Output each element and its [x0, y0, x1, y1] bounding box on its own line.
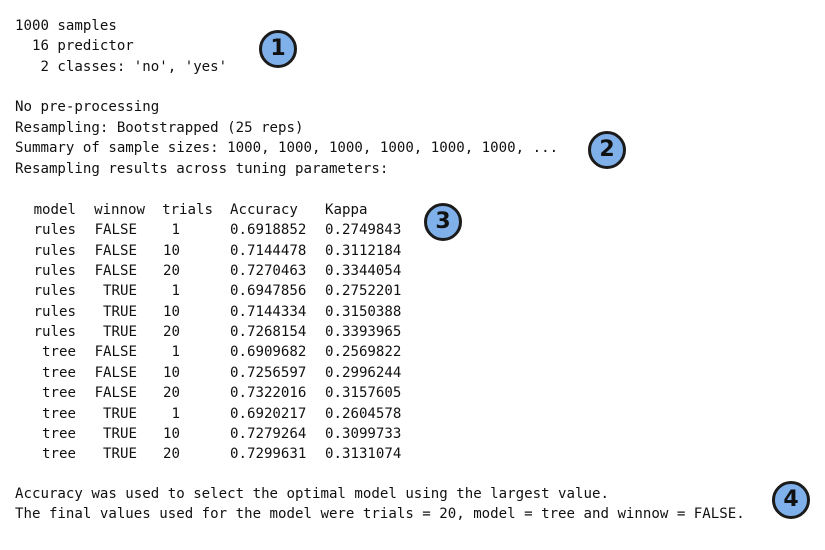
- table-cell-kappa: 0.2604578: [325, 405, 402, 422]
- table-cell-winnow: FALSE: [94, 344, 137, 361]
- table-cell-model: rules: [33, 263, 76, 280]
- table-cell-kappa: 0.3157605: [325, 385, 402, 402]
- table-cell-winnow: TRUE: [103, 425, 137, 442]
- table-cell-trials: 10: [163, 242, 180, 259]
- table-cell-accuracy: 0.6918852: [230, 222, 307, 239]
- predictor-line: 16 predictor: [15, 38, 134, 54]
- table-cell-trials: 1: [171, 405, 181, 422]
- table-cell-winnow: FALSE: [94, 385, 137, 402]
- classes-line: 2 classes: 'no', 'yes': [15, 59, 228, 75]
- table-cell-winnow: FALSE: [94, 263, 137, 280]
- table-cell-trials: 1: [171, 222, 181, 239]
- table-cell-accuracy: 0.6920217: [230, 405, 307, 422]
- selection-metric-line: Accuracy was used to select the optimal …: [15, 486, 609, 502]
- table-cell-model: tree: [42, 405, 76, 422]
- table-cell-trials: 10: [163, 303, 180, 320]
- table-cell-model: rules: [33, 324, 76, 341]
- samples-line: 1000 samples: [15, 18, 117, 34]
- table-cell-kappa: 0.3344054: [325, 263, 402, 280]
- table-cell-model: tree: [42, 385, 76, 402]
- callout-badge-2: 2: [588, 131, 626, 169]
- table-cell-model: rules: [33, 303, 76, 320]
- column-header-kappa: Kappa: [325, 202, 368, 218]
- preprocessing-line: No pre-processing: [15, 99, 160, 115]
- table-cell-trials: 1: [171, 344, 181, 361]
- table-cell-winnow: TRUE: [103, 324, 137, 341]
- column-header-model: model: [33, 202, 76, 218]
- callout-badge-3: 3: [424, 203, 462, 241]
- callout-badge-1: 1: [259, 30, 297, 68]
- table-cell-model: tree: [42, 344, 76, 361]
- table-cell-kappa: 0.3150388: [325, 303, 402, 320]
- table-cell-kappa: 0.3099733: [325, 425, 402, 442]
- table-cell-model: rules: [33, 242, 76, 259]
- table-cell-winnow: TRUE: [103, 405, 137, 422]
- table-cell-kappa: 0.3112184: [325, 242, 402, 259]
- table-cell-trials: 20: [163, 385, 180, 402]
- table-cell-kappa: 0.2996244: [325, 364, 402, 381]
- results-intro-line: Resampling results across tuning paramet…: [15, 161, 389, 177]
- table-cell-model: tree: [42, 446, 76, 463]
- resampling-method-line: Resampling: Bootstrapped (25 reps): [15, 120, 304, 136]
- column-header-trials: trials: [162, 202, 213, 218]
- table-cell-accuracy: 0.7256597: [230, 364, 307, 381]
- table-cell-accuracy: 0.7270463: [230, 263, 307, 280]
- table-cell-accuracy: 0.7322016: [230, 385, 307, 402]
- table-cell-accuracy: 0.7299631: [230, 446, 307, 463]
- table-cell-trials: 20: [163, 446, 180, 463]
- table-cell-winnow: TRUE: [103, 283, 137, 300]
- callout-badge-4: 4: [772, 481, 810, 519]
- final-values-line: The final values used for the model were…: [15, 506, 745, 522]
- table-cell-winnow: TRUE: [103, 303, 137, 320]
- table-cell-accuracy: 0.7144334: [230, 303, 307, 320]
- console-output: 1000 samples 16 predictor 2 classes: 'no…: [0, 0, 825, 550]
- column-header-winnow: winnow: [94, 202, 145, 218]
- table-cell-trials: 1: [171, 283, 181, 300]
- table-cell-model: tree: [42, 364, 76, 381]
- column-header-accuracy: Accuracy: [230, 202, 298, 218]
- table-cell-accuracy: 0.6947856: [230, 283, 307, 300]
- table-cell-winnow: FALSE: [94, 222, 137, 239]
- table-cell-kappa: 0.2569822: [325, 344, 402, 361]
- table-cell-model: rules: [33, 283, 76, 300]
- table-cell-model: tree: [42, 425, 76, 442]
- table-cell-kappa: 0.3393965: [325, 324, 402, 341]
- table-cell-accuracy: 0.7268154: [230, 324, 307, 341]
- table-cell-kappa: 0.2752201: [325, 283, 402, 300]
- table-cell-winnow: FALSE: [94, 242, 137, 259]
- table-cell-model: rules: [33, 222, 76, 239]
- table-cell-accuracy: 0.7144478: [230, 242, 307, 259]
- table-cell-winnow: FALSE: [94, 364, 137, 381]
- table-cell-trials: 10: [163, 425, 180, 442]
- sample-sizes-line: Summary of sample sizes: 1000, 1000, 100…: [15, 140, 559, 156]
- table-cell-trials: 20: [163, 263, 180, 280]
- table-cell-trials: 10: [163, 364, 180, 381]
- table-cell-winnow: TRUE: [103, 446, 137, 463]
- table-cell-kappa: 0.3131074: [325, 446, 402, 463]
- table-cell-trials: 20: [163, 324, 180, 341]
- table-cell-kappa: 0.2749843: [325, 222, 402, 239]
- table-cell-accuracy: 0.7279264: [230, 425, 307, 442]
- table-cell-accuracy: 0.6909682: [230, 344, 307, 361]
